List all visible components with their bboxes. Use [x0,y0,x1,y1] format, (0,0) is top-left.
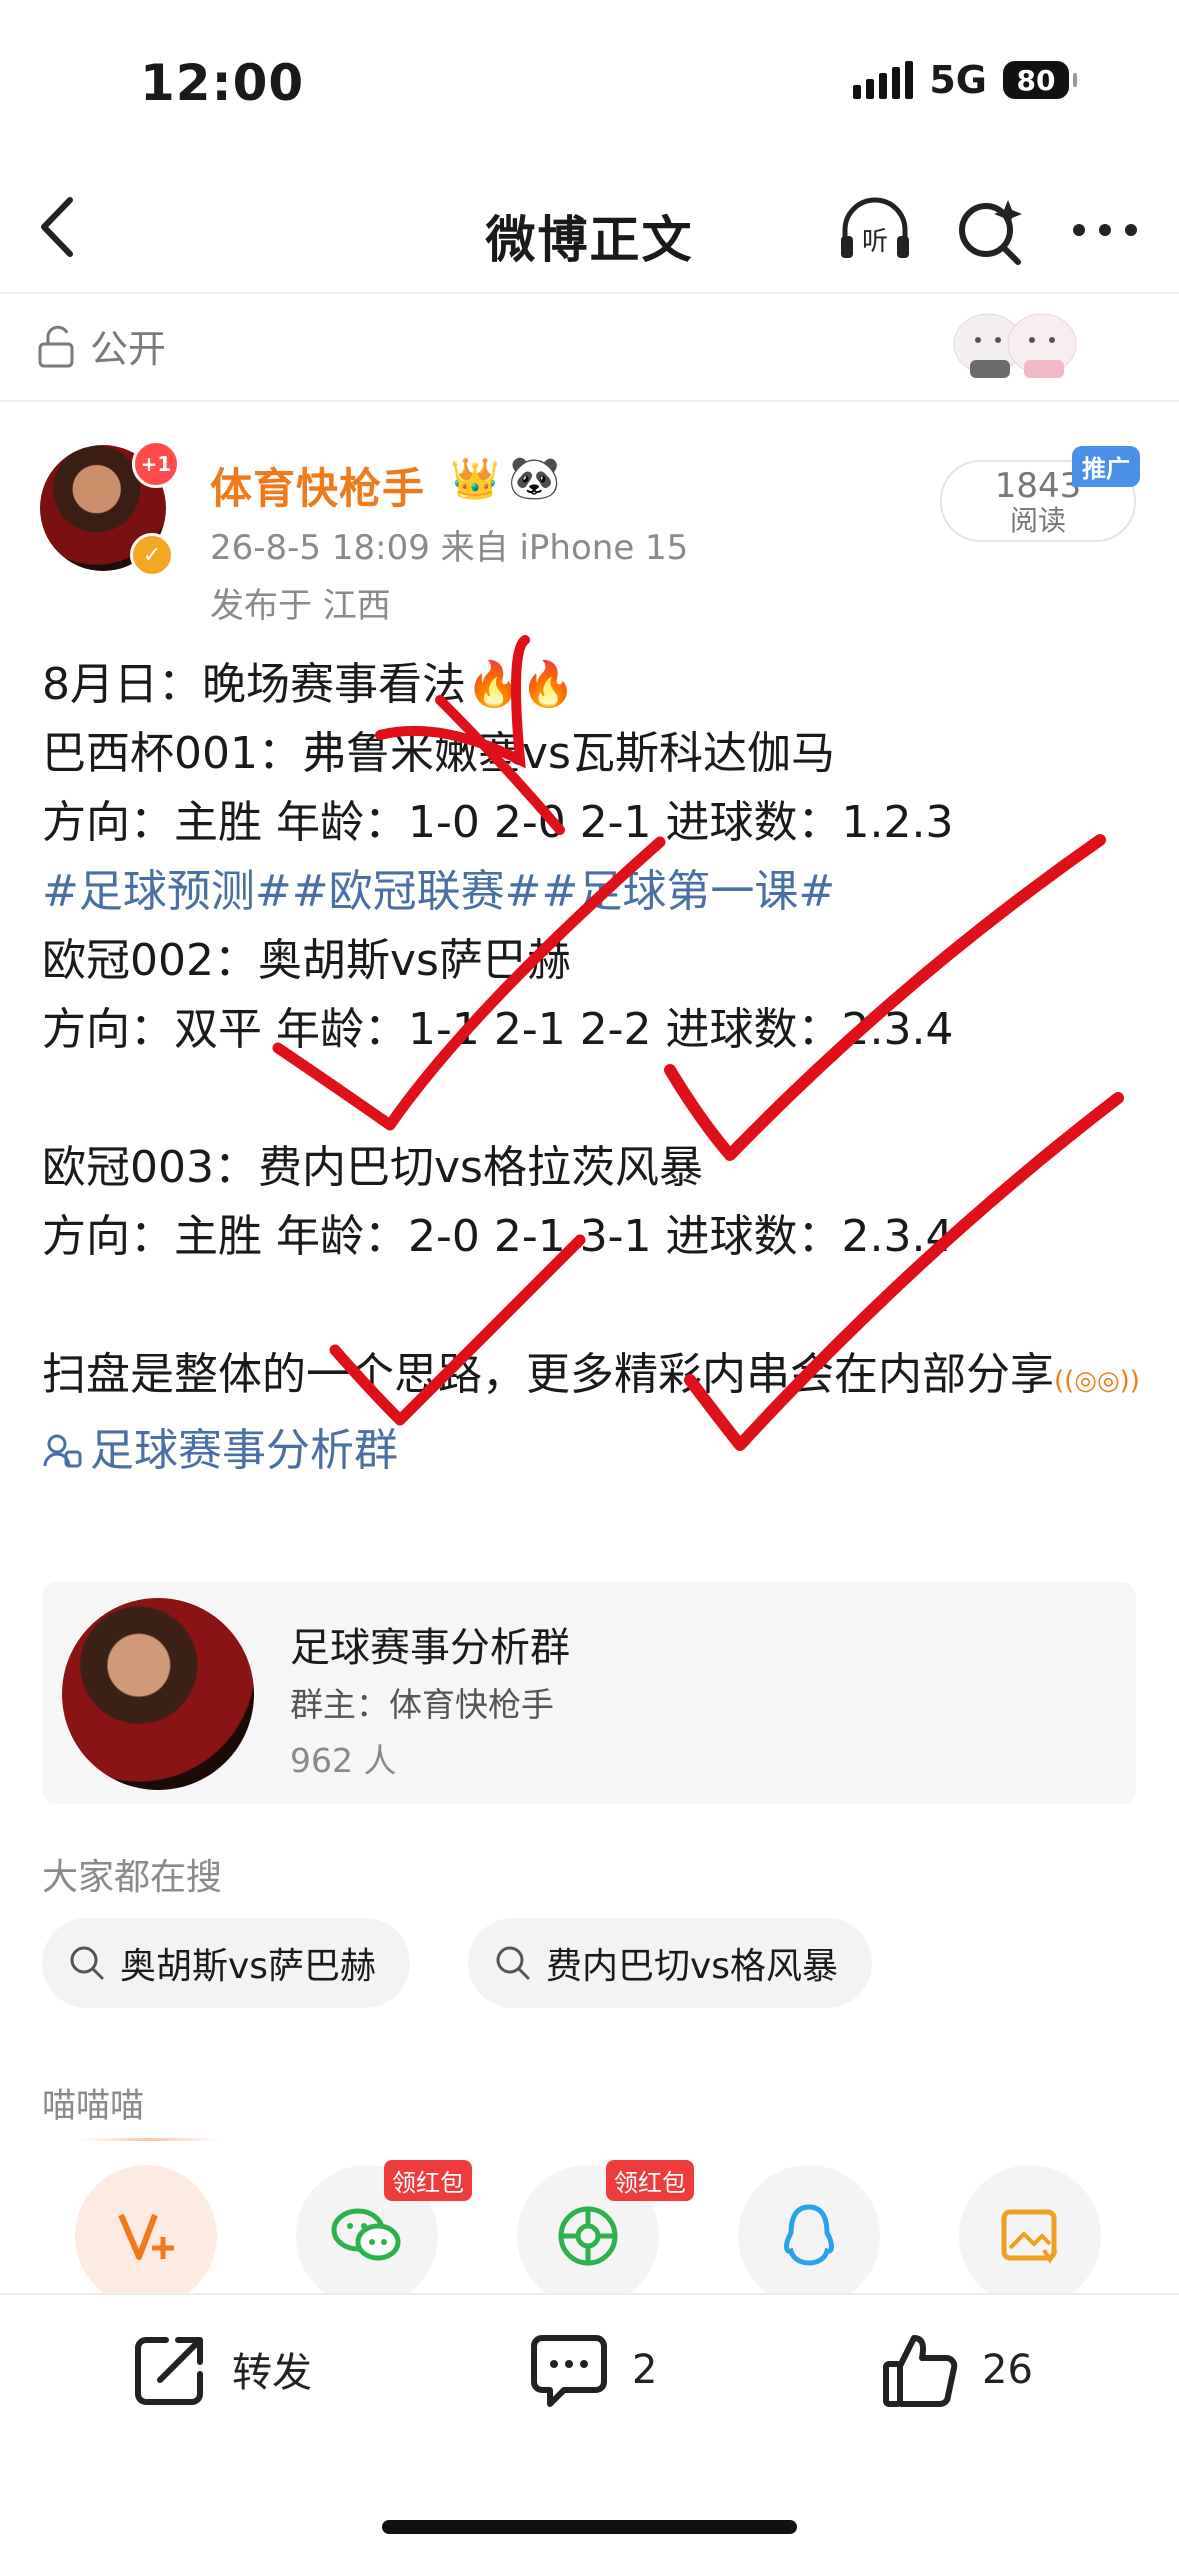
group-link-label: 足球赛事分析群 [90,1425,398,1476]
wechat-icon [331,2208,401,2261]
group-card-owner: 群主：体育快枪手 [290,1685,554,1724]
comment-icon [531,2335,607,2407]
qq-icon [784,2204,834,2266]
visibility-label: 公开 [90,327,167,371]
post-line: 巴西杯001：弗鲁米嫩塞vs瓦斯科达伽马 [42,728,835,779]
signal-icon [853,61,914,99]
group-card-members: 962 人 [290,1741,397,1780]
svg-text:听: 听 [862,227,888,257]
battery-level: 80 [1016,63,1056,97]
search-sparkle-icon [959,200,1022,265]
home-indicator [382,2520,797,2534]
divider [0,400,1179,402]
post-text: 扫盘是整体的一个思路，更多精彩内串会在内部分享 [42,1349,1054,1400]
group-card-title: 足球赛事分析群 [290,1625,570,1671]
post-line: 欧冠003：费内巴切vs格拉茨风暴 [42,1142,703,1193]
listen-button[interactable]: 听 [835,190,915,270]
search-section-title: 大家都在搜 [42,1857,223,1898]
share-section-title: 喵喵喵 [42,2086,144,2126]
divider [0,292,1179,294]
like-button[interactable]: 26 [880,2330,1033,2410]
read-label: 阅读 [1009,504,1066,537]
search-icon [496,1946,530,1980]
more-button[interactable] [1065,190,1145,270]
emoji-icon: ((◎◎)) [1054,1366,1140,1396]
hashtag-links[interactable]: #足球预测##欧冠联赛##足球第一课# [42,857,1152,926]
share-vplus-button[interactable] [75,2165,217,2307]
promo-badge: 推广 [1072,446,1140,487]
post-line: 欧冠002：奥胡斯vs萨巴赫 [42,935,571,986]
crown-icon: 👑 [450,456,500,502]
post-meta: 26-8-5 18:09 来自 iPhone 15 [210,528,689,568]
group-avatar [62,1598,254,1790]
repost-icon [135,2337,203,2405]
author-name[interactable]: 体育快枪手 [210,455,425,516]
search-chip[interactable]: 费内巴切vs格风暴 [468,1918,873,2008]
listen-icon: 听 [841,197,909,258]
search-chip-label: 费内巴切vs格风暴 [546,1946,839,1987]
visibility-row: 公开 [36,318,166,373]
share-qq-button[interactable] [738,2165,880,2307]
redpack-badge: 领红包 [384,2160,472,2201]
post-line: 方向：主胜 年龄：2-0 2-1 3-1 进球数：2.3.4 [42,1211,954,1262]
battery-icon: 80 [1003,61,1077,99]
panda-icon: 🐼 [508,453,561,502]
lock-open-icon [38,325,74,367]
redpack-badge: 领红包 [606,2160,694,2201]
network-type: 5G [929,58,987,102]
comment-button[interactable]: 2 [528,2330,657,2410]
comment-count: 2 [632,2347,658,2393]
post-line: 方向：主胜 年龄：1-0 2-0 2-1 进球数：1.2.3 [42,797,954,848]
search-chip[interactable]: 奥胡斯vs萨巴赫 [42,1918,411,2008]
sticker-image [940,296,1090,386]
group-link[interactable]: 足球赛事分析群 [42,1416,1152,1485]
post-line: 8月日：晚场赛事看法🔥🔥 [42,659,576,710]
search-chip-label: 奥胡斯vs萨巴赫 [120,1946,377,1987]
search-icon [70,1946,104,1980]
vplus-icon [118,2213,174,2260]
thumbs-up-icon [883,2335,958,2407]
divider [80,2138,220,2141]
group-icon [43,1434,82,1467]
moments-icon [558,2206,618,2266]
more-icon [1073,224,1137,236]
repost-button[interactable]: 转发 [132,2330,312,2408]
like-count: 26 [982,2347,1033,2393]
repost-label: 转发 [232,2350,312,2396]
post-body: 8月日：晚场赛事看法🔥🔥 巴西杯001：弗鲁米嫩塞vs瓦斯科达伽马 方向：主胜 … [42,650,1152,1485]
status-time: 12:00 [140,54,305,112]
post-line: 方向：双平 年龄：1-1 2-1 2-2 进球数：2.3.4 [42,1004,954,1055]
avatar-badge: +1 [132,440,180,488]
verified-icon: ✓ [130,533,174,577]
search-button[interactable] [950,190,1030,270]
status-indicators: 5G 80 [853,58,1077,102]
share-save-image-button[interactable] [959,2165,1101,2307]
save-image-icon [1001,2209,1058,2264]
post-location: 发布于 江西 [210,586,391,626]
post-line: 扫盘是整体的一个思路，更多精彩内串会在内部分享((◎◎)) [42,1340,1152,1416]
